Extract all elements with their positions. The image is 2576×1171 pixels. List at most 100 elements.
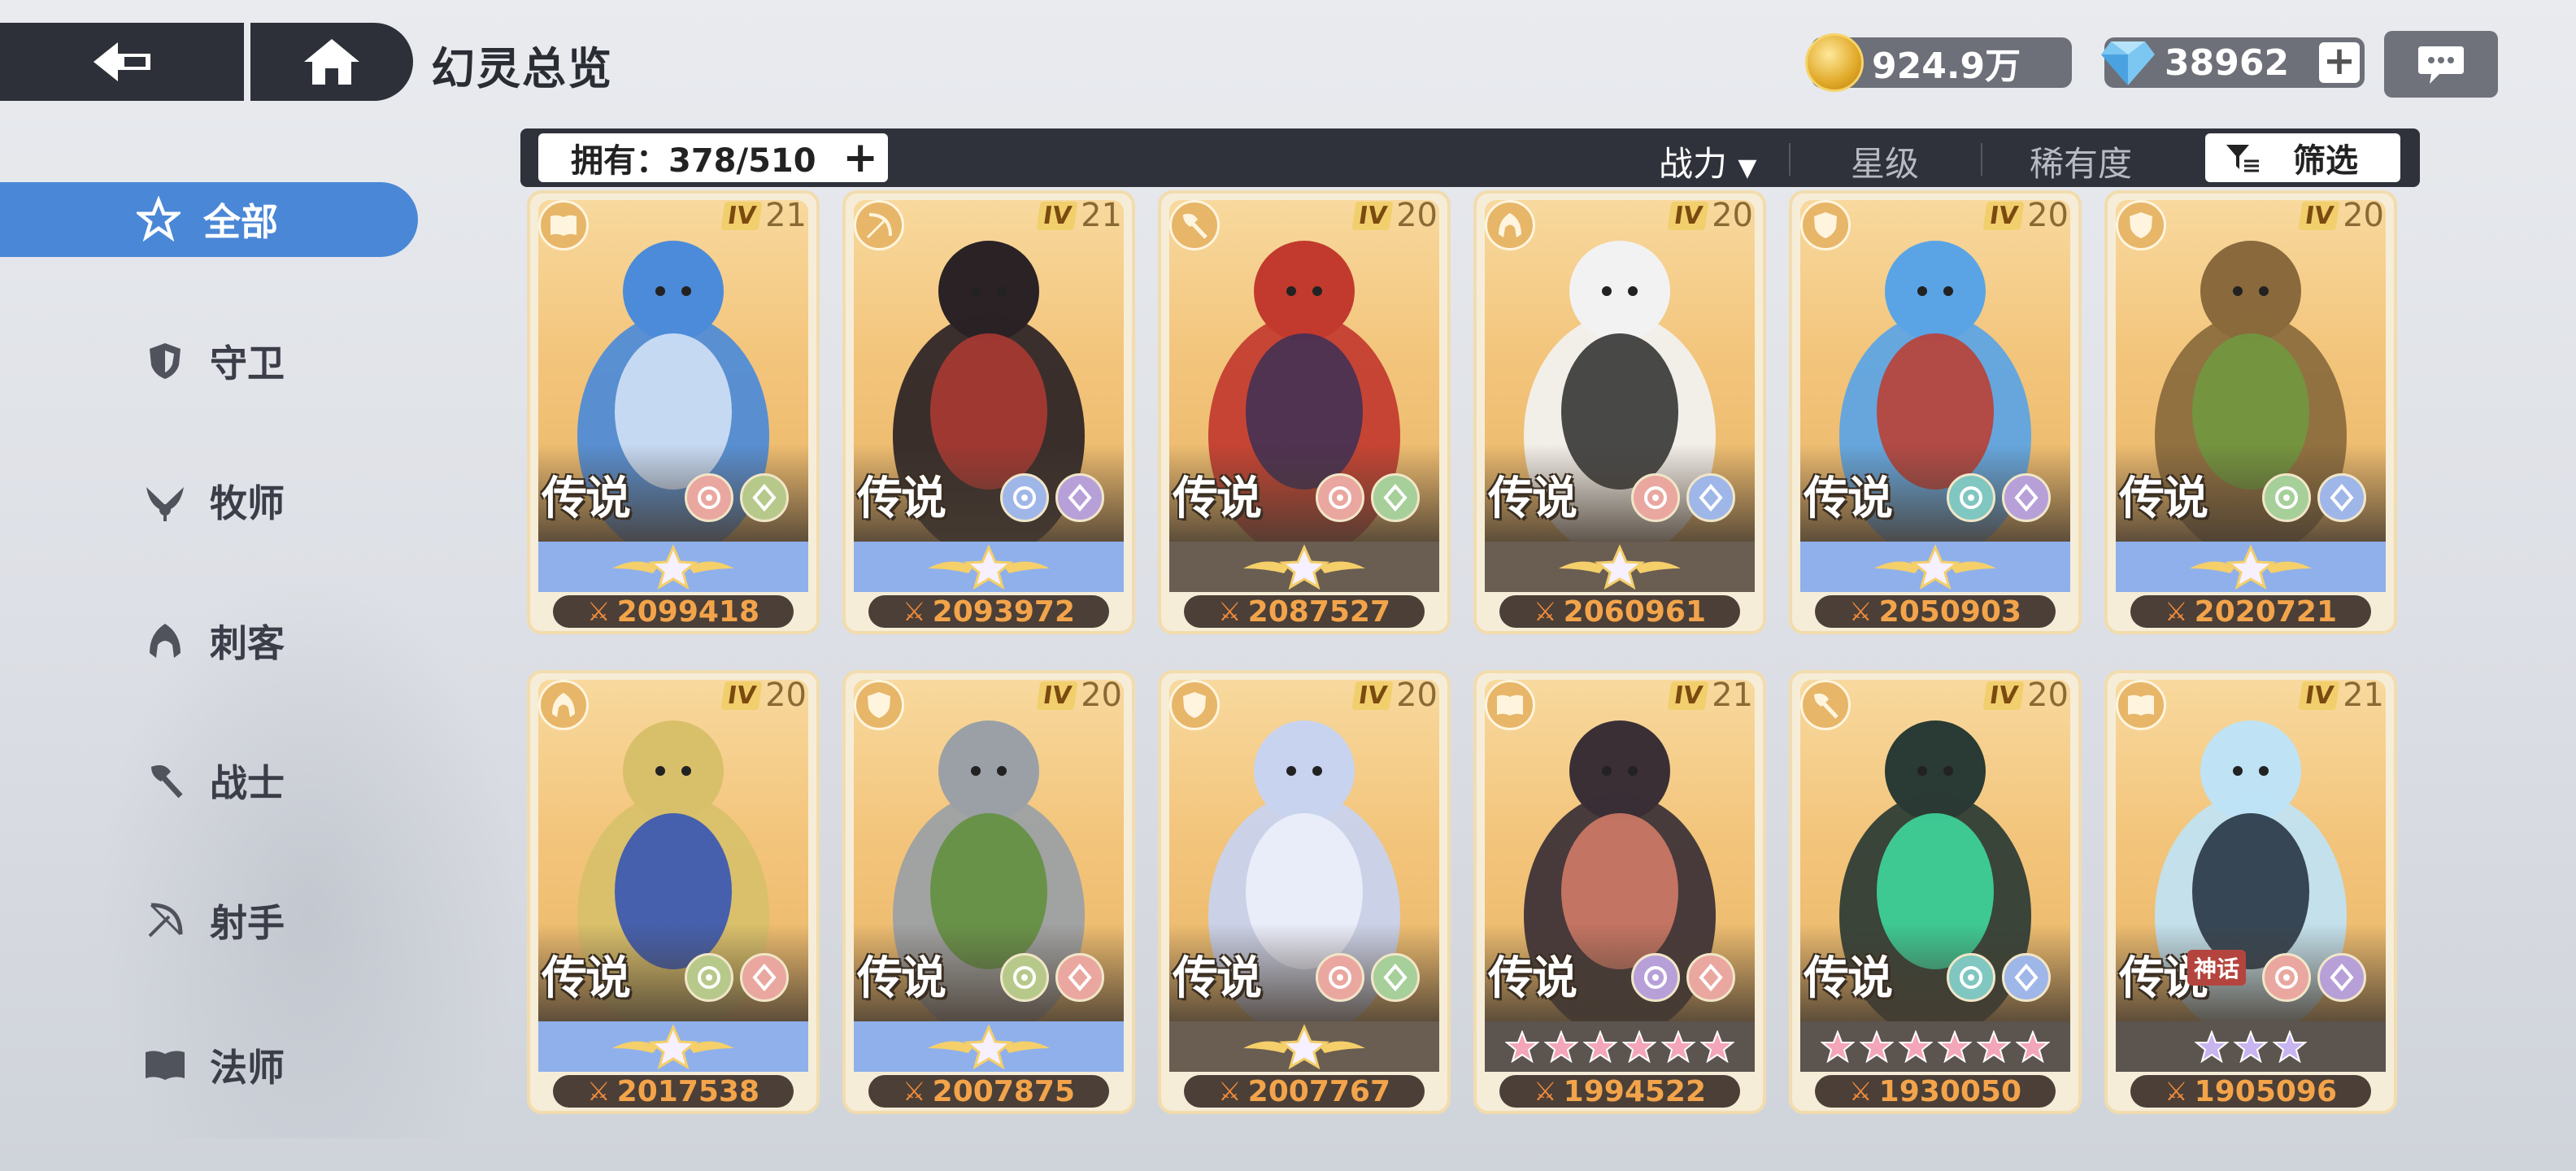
crossed-swords-icon: ⚔ bbox=[1848, 1076, 1873, 1107]
home-button[interactable] bbox=[250, 23, 413, 101]
rarity-label: 传说 bbox=[542, 952, 631, 1005]
level-roman-icon: IV bbox=[1036, 681, 1078, 710]
power-value: ⚔ 1994522 bbox=[1499, 1075, 1740, 1108]
hero-card[interactable]: IV 20 传说 ⚔ 2017538 bbox=[527, 670, 820, 1114]
element-badge-icon bbox=[1000, 953, 1049, 1002]
level-indicator: IV 20 bbox=[720, 677, 807, 714]
hero-card[interactable]: IV 20 传说 ⚔ 2050903 bbox=[1789, 190, 2082, 634]
element-badge-icon bbox=[2317, 473, 2366, 522]
sort-rarity-tab[interactable]: 稀有度 bbox=[2030, 137, 2132, 186]
rarity-label: 传说 bbox=[857, 952, 946, 1005]
divider bbox=[1789, 143, 1791, 176]
expand-capacity-plus-icon[interactable]: + bbox=[842, 133, 878, 182]
chat-button[interactable] bbox=[2384, 31, 2498, 98]
element-badge-icon bbox=[685, 953, 733, 1002]
hood-icon bbox=[143, 619, 187, 663]
star-icon bbox=[1544, 1030, 1578, 1063]
myth-tag: 神话 bbox=[2187, 950, 2247, 986]
star-rank-band bbox=[1800, 1021, 2070, 1072]
page-title: 幻灵总览 bbox=[431, 43, 613, 94]
bow-icon bbox=[854, 200, 904, 250]
gold-amount: 924.9万 bbox=[1872, 46, 2021, 87]
level-roman-icon: IV bbox=[1667, 201, 1709, 230]
filter-button[interactable]: 筛选 bbox=[2205, 133, 2400, 182]
star-icon bbox=[1938, 1030, 1972, 1063]
sidebar-item-mage[interactable]: 法师 bbox=[0, 1028, 418, 1103]
level-roman-icon: IV bbox=[1036, 201, 1078, 230]
star-rank-band bbox=[538, 542, 808, 592]
sidebar-item-guard[interactable]: 守卫 bbox=[0, 324, 418, 398]
power-value: ⚔ 2020721 bbox=[2130, 594, 2371, 629]
sidebar-item-label: 守卫 bbox=[210, 342, 285, 385]
hero-card[interactable]: IV 20 传说 ⚔ 1930050 bbox=[1789, 670, 2082, 1114]
winged-star-icon bbox=[928, 1024, 1050, 1069]
winged-star-icon bbox=[612, 1024, 734, 1069]
power-number: 2060961 bbox=[1563, 594, 1707, 629]
crossed-swords-icon: ⚔ bbox=[586, 1076, 611, 1107]
star-icon bbox=[2234, 1030, 2268, 1063]
winged-star-icon bbox=[1243, 544, 1365, 590]
level-number: 20 bbox=[2027, 677, 2069, 714]
star-icon bbox=[1505, 1030, 1539, 1063]
crossed-swords-icon: ⚔ bbox=[1533, 596, 1557, 627]
sidebar-item-priest[interactable]: 牧师 bbox=[0, 464, 418, 538]
sidebar-item-warrior[interactable]: 战士 bbox=[0, 743, 418, 818]
all-star-icon bbox=[137, 195, 181, 242]
sidebar-item-all[interactable]: 全部 bbox=[0, 182, 418, 257]
owned-capacity[interactable]: 拥有：378/510 + bbox=[538, 133, 888, 182]
element-badge-icon bbox=[2317, 953, 2366, 1002]
level-indicator: IV 20 bbox=[1351, 197, 1438, 234]
hero-card[interactable]: IV 20 传说 ⚔ 2060961 bbox=[1473, 190, 1766, 634]
level-number: 21 bbox=[765, 197, 807, 234]
crossed-swords-icon: ⚔ bbox=[1533, 1076, 1557, 1107]
winged-star-icon bbox=[1559, 544, 1681, 590]
level-roman-icon: IV bbox=[720, 201, 763, 230]
hero-card[interactable]: IV 20 传说 ⚔ 2007767 bbox=[1158, 670, 1451, 1114]
hero-card[interactable]: IV 21 传说 ⚔ 1994522 bbox=[1473, 670, 1766, 1114]
hero-card[interactable]: IV 21 传说 ⚔ 2093972 bbox=[842, 190, 1135, 634]
element-badge-icon bbox=[2262, 473, 2311, 522]
winged-star-icon bbox=[612, 544, 734, 590]
power-number: 2007767 bbox=[1247, 1074, 1391, 1108]
gold-counter[interactable]: 924.9万 bbox=[1805, 33, 2072, 92]
power-value: ⚔ 2007875 bbox=[868, 1075, 1109, 1108]
level-roman-icon: IV bbox=[2298, 201, 2340, 230]
star-icon bbox=[1622, 1030, 1656, 1063]
crossed-swords-icon: ⚔ bbox=[902, 596, 926, 627]
level-number: 21 bbox=[1081, 197, 1122, 234]
shield-icon bbox=[2116, 200, 2166, 250]
sidebar-item-assassin[interactable]: 刺客 bbox=[0, 603, 418, 678]
hero-card[interactable]: IV 20 传说 ⚔ 2087527 bbox=[1158, 190, 1451, 634]
sidebar-item-archer[interactable]: 射手 bbox=[0, 883, 418, 958]
power-number: 2020721 bbox=[2194, 594, 2338, 629]
sidebar-item-label: 全部 bbox=[203, 200, 278, 244]
sort-star-tab[interactable]: 星级 bbox=[1851, 137, 1919, 186]
hero-card[interactable]: IV 21 传说 ⚔ 2099418 bbox=[527, 190, 820, 634]
level-indicator: IV 21 bbox=[2298, 677, 2384, 714]
element-badge-icon bbox=[1947, 473, 1995, 522]
book-icon bbox=[2116, 680, 2166, 730]
level-number: 20 bbox=[1081, 677, 1122, 714]
star-icon bbox=[2273, 1030, 2307, 1063]
power-value: ⚔ 1905096 bbox=[2130, 1075, 2371, 1108]
power-value: ⚔ 2060961 bbox=[1499, 594, 1740, 629]
hero-card[interactable]: IV 21 传说 神话 ⚔ 1905096 bbox=[2104, 670, 2397, 1114]
back-button[interactable] bbox=[0, 23, 244, 101]
star-rank-band bbox=[1169, 542, 1439, 592]
level-roman-icon: IV bbox=[2298, 681, 2340, 710]
winged-star-icon bbox=[928, 544, 1050, 590]
hero-card[interactable]: IV 20 传说 ⚔ 2007875 bbox=[842, 670, 1135, 1114]
book-icon bbox=[538, 200, 589, 250]
power-number: 2093972 bbox=[932, 594, 1076, 629]
level-roman-icon: IV bbox=[720, 681, 763, 710]
level-indicator: IV 21 bbox=[720, 197, 807, 234]
level-roman-icon: IV bbox=[1667, 681, 1709, 710]
add-diamond-button[interactable]: + bbox=[2319, 41, 2360, 83]
level-indicator: IV 20 bbox=[1036, 677, 1122, 714]
level-number: 21 bbox=[2343, 677, 2384, 714]
element-badge-icon bbox=[2002, 473, 2051, 522]
crossed-swords-icon: ⚔ bbox=[1217, 1076, 1242, 1107]
power-value: ⚔ 2093972 bbox=[868, 594, 1109, 629]
sort-power-tab[interactable]: 战力 ▼ bbox=[1659, 137, 1756, 186]
hero-card[interactable]: IV 20 传说 ⚔ 2020721 bbox=[2104, 190, 2397, 634]
